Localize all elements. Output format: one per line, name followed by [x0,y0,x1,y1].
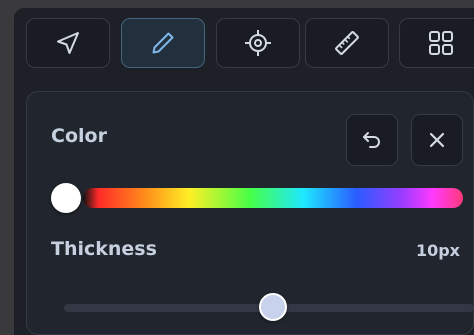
color-label: Color [51,125,107,147]
undo-button[interactable] [346,114,398,166]
pencil-tool-button[interactable] [121,18,205,68]
undo-icon [363,132,380,148]
grid-tool-button[interactable] [399,18,474,68]
app-frame: Color Thickness 10px [14,8,474,335]
grid-icon [429,31,453,55]
ruler-tool-button[interactable] [305,18,389,68]
hue-slider-thumb[interactable] [51,183,81,213]
thickness-slider-thumb[interactable] [259,293,288,321]
thickness-label: Thickness [51,238,157,260]
hue-slider-track[interactable] [83,188,463,208]
thickness-value: 10px [415,241,460,260]
navigate-icon [57,32,79,54]
close-button[interactable] [411,114,463,166]
crosshair-tool-button[interactable] [216,18,300,68]
ruler-icon [335,31,359,55]
pencil-icon [152,32,174,54]
brush-settings-panel: Color Thickness 10px [26,91,474,335]
close-icon [429,132,445,148]
navigate-tool-button[interactable] [26,18,110,68]
crosshair-icon [245,30,271,56]
